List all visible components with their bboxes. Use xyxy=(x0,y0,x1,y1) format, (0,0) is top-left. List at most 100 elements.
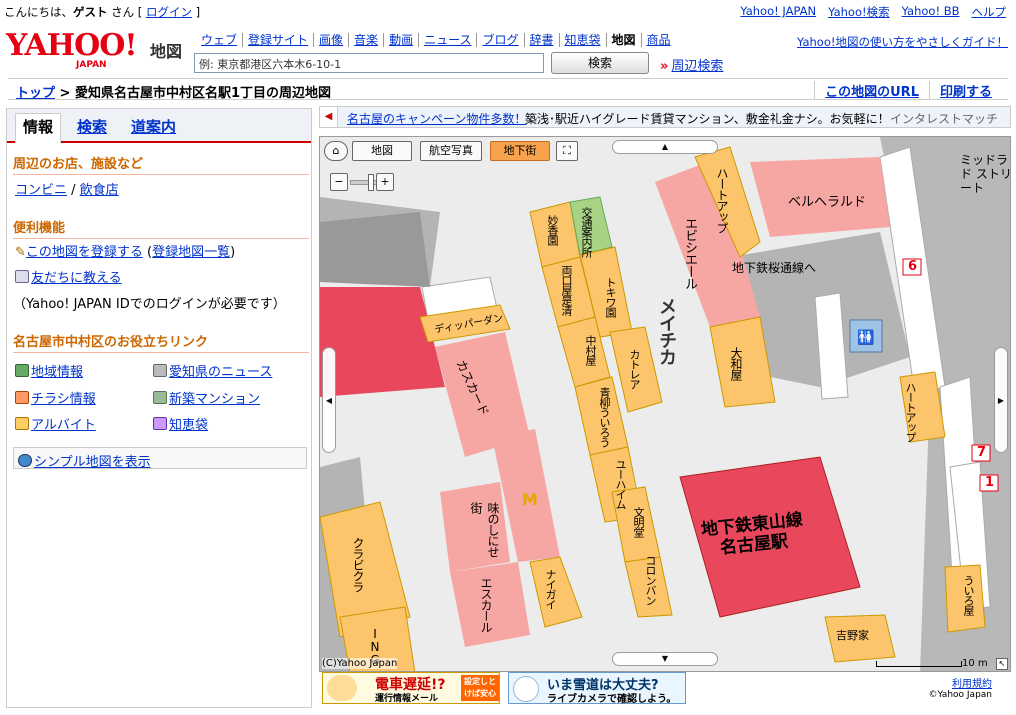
home-icon[interactable]: ⌂ xyxy=(324,141,348,161)
map-mode-map-button[interactable]: 地図 xyxy=(352,141,412,161)
print-link[interactable]: 印刷する xyxy=(928,81,1002,100)
map-url-link[interactable]: この地図のURL xyxy=(814,81,929,100)
label-escal: エスカール xyxy=(479,577,493,632)
snow-camera-banner[interactable]: いま雪道は大丈夫? ライブカメラで確認しよう。 xyxy=(508,672,686,705)
tell-friend-link[interactable]: 友だちに教える xyxy=(31,271,122,286)
nearby-sep: / xyxy=(67,183,80,198)
tab-info[interactable]: 情報 xyxy=(15,113,62,143)
nav-music[interactable]: 音楽 xyxy=(349,33,385,47)
area-info-link[interactable]: 地域情報 xyxy=(31,365,83,380)
label-ebishiel: エビシエール xyxy=(682,217,697,289)
label-bunmeido: 文明堂 xyxy=(632,507,645,537)
ad-prev-icon[interactable]: ◀ xyxy=(320,107,338,127)
simple-map-link[interactable]: シンプル地図を表示 xyxy=(34,455,151,470)
tab-search[interactable]: 検索 xyxy=(77,116,107,137)
yahoo-japan-link[interactable]: Yahoo! JAPAN xyxy=(740,4,816,20)
map-mode-aerial-button[interactable]: 航空写真 xyxy=(420,141,482,161)
logo-sub: JAPAN xyxy=(76,60,107,70)
address-search-input[interactable]: 例: 東京都港区六本木6-10-1 xyxy=(194,53,544,73)
label-kotsu: 交通案内所 xyxy=(580,207,593,257)
label-ryoguchiya: 両口屋是清 xyxy=(560,265,573,315)
greeting-mid: さん [ xyxy=(107,5,146,19)
svg-text:🚻: 🚻 xyxy=(857,329,874,346)
label-nakamuraya: 中村屋 xyxy=(584,335,597,365)
useful-link-chiebukuro: 知恵袋 xyxy=(153,414,208,433)
pan-up-icon[interactable]: ▲ xyxy=(612,140,718,154)
search-button[interactable]: 検索 xyxy=(551,52,649,74)
label-koronban: コロンバン xyxy=(644,555,657,605)
label-aji: 味のしにせ街 xyxy=(469,502,500,557)
building-icon xyxy=(153,391,167,404)
globe-icon xyxy=(18,454,32,467)
login-note: （Yahoo! JAPAN IDでのログインが必要です） xyxy=(13,297,286,312)
nav-chiebukuro[interactable]: 知恵袋 xyxy=(560,33,607,47)
nearby-search[interactable]: » 周辺検索 xyxy=(660,55,723,74)
train-delay-banner[interactable]: 電車遅延!? 運行情報メール 設定しとけば安心 xyxy=(322,672,500,704)
label-myokoen: 妙香園 xyxy=(546,215,559,245)
nav-blog[interactable]: ブログ xyxy=(477,33,525,47)
exit-1-label: 1 xyxy=(985,475,995,490)
nav-web[interactable]: ウェブ xyxy=(196,33,244,47)
simple-map-box[interactable]: シンプル地図を表示 xyxy=(13,447,307,470)
flyer-link[interactable]: チラシ情報 xyxy=(31,392,96,407)
convenience-store-link[interactable]: コンビニ xyxy=(15,183,67,198)
label-naigai: ナイガイ xyxy=(544,569,557,609)
pan-left-icon[interactable]: ◀ xyxy=(322,347,336,453)
pan-down-icon[interactable]: ▼ xyxy=(612,652,718,666)
zoom-out-button[interactable]: − xyxy=(330,173,348,191)
login-link[interactable]: ログイン xyxy=(146,5,192,19)
registered-list-link[interactable]: 登録地図一覧 xyxy=(152,245,230,260)
nearby-search-link[interactable]: 周辺検索 xyxy=(671,59,723,74)
fullscreen-icon[interactable]: ⛶ xyxy=(556,141,578,161)
yahoo-bb-link[interactable]: Yahoo! BB xyxy=(902,4,960,20)
character-icon xyxy=(327,675,357,701)
map-mode-underground-button[interactable]: 地下街 xyxy=(490,141,550,161)
zoom-handle[interactable] xyxy=(368,174,374,191)
nav-video[interactable]: 動画 xyxy=(384,33,420,47)
zoom-in-button[interactable]: + xyxy=(376,173,394,191)
useful-link-news: 愛知県のニュース xyxy=(153,361,272,380)
breadcrumb-separator: > xyxy=(55,86,75,101)
terms-link[interactable]: 利用規約 xyxy=(952,675,992,690)
globe-book-icon xyxy=(15,364,29,377)
page-title: 愛知県名古屋市中村区名駅1丁目の周辺地図 xyxy=(74,86,332,101)
label-tokiwa: トキワ園 xyxy=(604,277,617,317)
part-time-job-link[interactable]: アルバイト xyxy=(31,418,96,433)
label-uiroya: ういろ屋 xyxy=(962,575,975,615)
useful-links-heading: 名古屋市中村区のお役立ちリンク xyxy=(13,331,309,353)
map-guide-link[interactable]: Yahoo!地図の使い方をやさしくガイド！ xyxy=(797,34,1008,50)
chiebukuro-link[interactable]: 知恵袋 xyxy=(169,418,208,433)
sidebar: 情報 検索 道案内 周辺のお店、施設など コンビニ / 飲食店 便利機能 ✎この… xyxy=(6,108,312,708)
help-link[interactable]: ヘルプ xyxy=(972,4,1007,20)
nav-images[interactable]: 画像 xyxy=(314,33,350,47)
greeting: こんにちは、ゲスト さん [ ログイン ] xyxy=(4,4,200,20)
aichi-news-link[interactable]: 愛知県のニュース xyxy=(169,365,272,380)
service-nav: ウェブ 登録サイト 画像 音楽 動画 ニュース ブログ 辞書 知恵袋 地図 商品 xyxy=(196,33,676,47)
map-canvas[interactable]: 🚻 M ⌂ 地図 航空写真 地下街 ⛶ − + ▲ ▼ ◀ ▶ ミッドランド ス… xyxy=(319,136,1011,672)
new-mansion-link[interactable]: 新築マンション xyxy=(169,392,260,407)
nearby-links: コンビニ / 飲食店 xyxy=(15,179,119,198)
nav-shopping[interactable]: 商品 xyxy=(642,33,676,47)
register-map-link[interactable]: この地図を登録する xyxy=(26,245,143,260)
label-yoshinoya: 吉野家 xyxy=(836,629,869,642)
tab-directions[interactable]: 道案内 xyxy=(131,116,176,137)
convenience-heading: 便利機能 xyxy=(13,217,309,239)
scale-label: 10 m xyxy=(962,658,988,669)
restaurant-link[interactable]: 飲食店 xyxy=(80,183,119,198)
label-aoyagi: 青柳ういろう xyxy=(598,387,611,447)
ad-link[interactable]: 名古屋のキャンペーン物件多数！ xyxy=(347,110,526,127)
mail-icon xyxy=(15,270,29,283)
yahoo-map-logo[interactable]: YAHOO! JAPAN 地図 xyxy=(6,30,186,72)
greeting-user: ゲスト xyxy=(73,5,108,19)
snowman-icon xyxy=(513,676,539,702)
tell-friend-row: 友だちに教える xyxy=(15,267,122,286)
yahoo-search-link[interactable]: Yahoo!検索 xyxy=(828,4,889,20)
resize-icon[interactable]: ↖ xyxy=(996,658,1008,670)
pan-right-icon[interactable]: ▶ xyxy=(994,347,1008,453)
nav-dictionary[interactable]: 辞書 xyxy=(525,33,560,47)
nav-directory[interactable]: 登録サイト xyxy=(243,33,315,47)
ad-text: 築浅･駅近ハイグレード賃貸マンション、敷金礼金ナシ。お気軽に！ xyxy=(525,112,890,126)
breadcrumb-top-link[interactable]: トップ xyxy=(16,86,55,101)
footer-copyright: ©Yahoo Japan xyxy=(928,690,992,700)
nav-news[interactable]: ニュース xyxy=(419,33,478,47)
